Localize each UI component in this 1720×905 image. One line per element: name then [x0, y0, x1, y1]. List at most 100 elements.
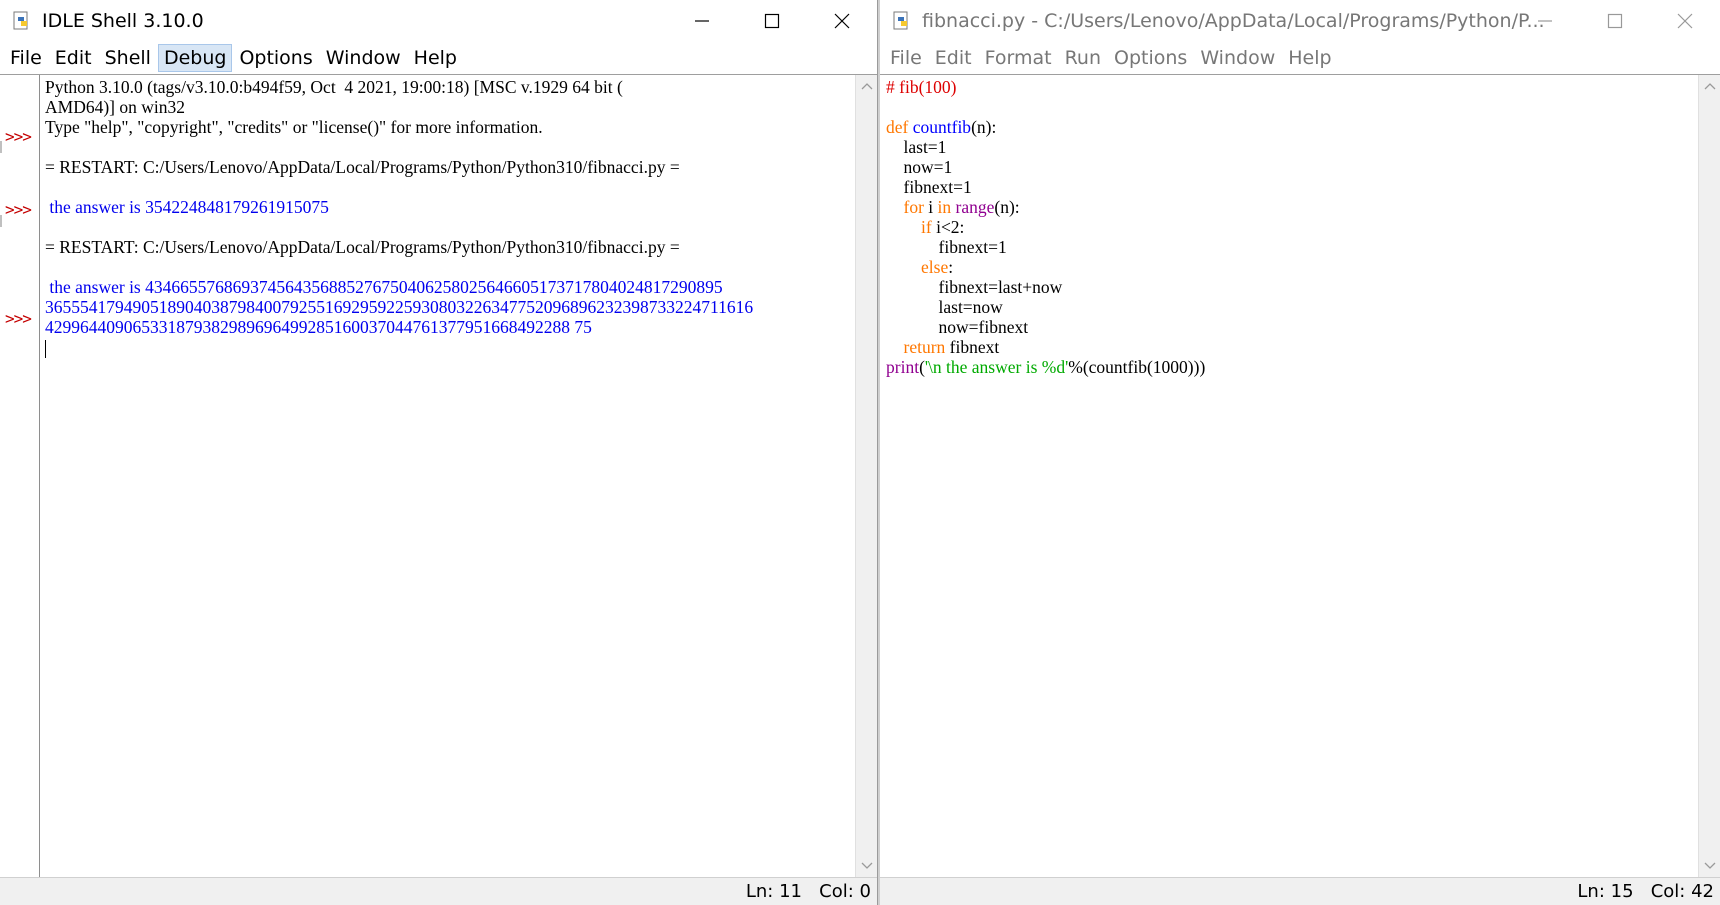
- shell-prompt: >>>: [5, 309, 32, 328]
- shell-prompt-gutter: >>> >>> >>>: [0, 75, 40, 877]
- shell-line: = RESTART: C:/Users/Lenovo/AppData/Local…: [45, 237, 680, 257]
- code-line: fibnext=1: [886, 177, 972, 197]
- editor-window: fibnacci.py - C:/Users/Lenovo/AppData/Lo…: [880, 0, 1720, 905]
- code-line: else:: [886, 257, 1698, 277]
- gutter-mark: [0, 215, 2, 227]
- menu-edit[interactable]: Edit: [49, 44, 98, 72]
- menu-shell[interactable]: Shell: [99, 44, 157, 72]
- menu-file[interactable]: File: [884, 44, 928, 72]
- status-col: Col: 42: [1650, 881, 1714, 902]
- code-token: (n):: [971, 117, 997, 137]
- keyword: in: [937, 197, 952, 217]
- code-line: now=fibnext: [886, 317, 1029, 337]
- shell-line: Python 3.10.0 (tags/v3.10.0:b494f59, Oct…: [45, 77, 623, 97]
- chevron-up-icon: [861, 83, 873, 90]
- chevron-down-icon: [861, 862, 873, 869]
- shell-statusbar: Ln: 11 Col: 0: [0, 877, 877, 905]
- minimize-button[interactable]: [667, 0, 737, 42]
- scroll-up-button[interactable]: [856, 75, 877, 97]
- code-token: (n):: [994, 197, 1020, 217]
- minimize-icon: [695, 20, 709, 22]
- shell-menubar: File Edit Shell Debug Options Window Hel…: [0, 42, 877, 74]
- menu-file[interactable]: File: [4, 44, 48, 72]
- editor-title: fibnacci.py - C:/Users/Lenovo/AppData/Lo…: [922, 10, 1545, 32]
- close-icon: [1677, 13, 1693, 29]
- shell-scrollbar[interactable]: [855, 75, 877, 877]
- shell-output-line: the answer is 354224848179261915075: [45, 197, 329, 217]
- shell-title: IDLE Shell 3.10.0: [42, 10, 204, 32]
- keyword: return: [903, 337, 946, 357]
- shell-output-line: 4299644090653318793829896964992851600370…: [45, 317, 592, 337]
- menu-run[interactable]: Run: [1059, 44, 1107, 72]
- python-icon: [13, 11, 28, 30]
- menu-help[interactable]: Help: [1282, 44, 1337, 72]
- code-line: # fib(100): [886, 77, 957, 97]
- string-literal: '\n the answer is %d': [924, 357, 1069, 377]
- python-file-icon: [893, 11, 908, 30]
- editor-scrollbar[interactable]: [1698, 75, 1720, 877]
- editor-panel: # fib(100) def countfib(n): last=1 now=1…: [880, 74, 1720, 877]
- menu-help[interactable]: Help: [408, 44, 463, 72]
- menu-format[interactable]: Format: [979, 44, 1058, 72]
- function-name: countfib: [912, 117, 972, 137]
- code-token: :: [948, 257, 954, 277]
- builtin: range: [955, 197, 995, 217]
- menu-window[interactable]: Window: [1194, 44, 1281, 72]
- code-line: last=1: [886, 137, 947, 157]
- shell-prompt: >>>: [5, 127, 32, 146]
- status-line: Ln: 15: [1577, 881, 1634, 902]
- shell-status: Ln: 11 Col: 0: [746, 881, 871, 902]
- shell-output-area[interactable]: Python 3.10.0 (tags/v3.10.0:b494f59, Oct…: [41, 75, 855, 877]
- status-line: Ln: 11: [745, 881, 802, 902]
- keyword: else: [921, 257, 949, 277]
- menu-edit[interactable]: Edit: [929, 44, 978, 72]
- shell-output-line: 3655541794905189040387984007925516929592…: [45, 297, 754, 317]
- code-token: %(countfib(1000))): [1068, 357, 1206, 377]
- code-token: i: [923, 197, 938, 217]
- maximize-button[interactable]: [737, 0, 807, 42]
- code-line: last=now: [886, 297, 1003, 317]
- keyword: for: [903, 197, 924, 217]
- minimize-button[interactable]: [1510, 0, 1580, 42]
- code-line: fibnext=last+now: [886, 277, 1063, 297]
- shell-output-line: the answer is 43466557686937456435688527…: [45, 277, 723, 297]
- code-token: fibnext: [945, 337, 1000, 357]
- shell-line: Type "help", "copyright", "credits" or "…: [45, 117, 543, 137]
- close-icon: [834, 13, 850, 29]
- code-line: for i in range(n):: [886, 197, 1698, 217]
- text-caret: [45, 339, 46, 358]
- close-button[interactable]: [1650, 0, 1720, 42]
- shell-prompt: >>>: [5, 200, 32, 219]
- chevron-down-icon: [1704, 862, 1716, 869]
- editor-status: Ln: 15 Col: 42: [1577, 881, 1714, 902]
- menu-window[interactable]: Window: [320, 44, 407, 72]
- keyword: if: [921, 217, 932, 237]
- builtin: print: [886, 357, 920, 377]
- menu-options[interactable]: Options: [1108, 44, 1193, 72]
- shell-titlebar[interactable]: IDLE Shell 3.10.0: [0, 0, 877, 42]
- maximize-icon: [764, 13, 780, 29]
- editor-titlebar[interactable]: fibnacci.py - C:/Users/Lenovo/AppData/Lo…: [880, 0, 1720, 42]
- code-line: return fibnext: [886, 337, 1698, 357]
- code-line: print('\n the answer is %d'%(countfib(10…: [886, 357, 1698, 377]
- code-editor[interactable]: # fib(100) def countfib(n): last=1 now=1…: [880, 75, 1698, 877]
- scroll-down-button[interactable]: [856, 855, 877, 877]
- shell-input-line[interactable]: [45, 337, 855, 358]
- code-line: fibnext=1: [886, 237, 1007, 257]
- maximize-button[interactable]: [1580, 0, 1650, 42]
- scroll-up-button[interactable]: [1699, 75, 1720, 97]
- maximize-icon: [1607, 13, 1623, 29]
- code-line: now=1: [886, 157, 953, 177]
- menu-debug[interactable]: Debug: [157, 44, 233, 72]
- shell-line: AMD64)] on win32: [45, 97, 185, 117]
- editor-menubar: File Edit Format Run Options Window Help: [880, 42, 1720, 74]
- shell-panel: >>> >>> >>> Python 3.10.0 (tags/v3.10.0:…: [0, 74, 877, 877]
- close-button[interactable]: [807, 0, 877, 42]
- scroll-down-button[interactable]: [1699, 855, 1720, 877]
- menu-options[interactable]: Options: [233, 44, 318, 72]
- keyword: def: [886, 117, 909, 137]
